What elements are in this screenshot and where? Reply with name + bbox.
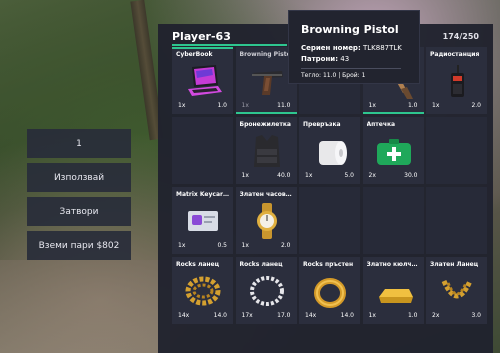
inventory-slot[interactable]: CyberBook 1x 1.0	[172, 47, 233, 114]
vest-icon	[253, 135, 280, 167]
slot-weight: 1.0	[407, 102, 418, 109]
pistol-icon	[251, 71, 283, 95]
inventory-slot-empty[interactable]	[426, 117, 487, 184]
ring-icon	[314, 278, 346, 308]
silver-chain-icon	[249, 276, 284, 306]
slot-name: Златно кюлче 1кг	[366, 261, 421, 268]
take-money-button[interactable]: Вземи пари $802	[27, 231, 131, 260]
radio-icon	[451, 65, 464, 97]
item-action-menu: 1 Използвай Затвори Вземи пари $802	[27, 129, 131, 265]
slot-weight: 1.0	[217, 102, 227, 109]
inventory-slot[interactable]: Радиостанция 1x 2.0	[426, 47, 487, 114]
tooltip-serial-value: TLK887TLK	[362, 44, 402, 52]
inventory-slot-empty[interactable]	[299, 187, 360, 254]
slot-quantity: 2x	[432, 312, 440, 319]
tooltip-ammo-label: Патрони:	[301, 55, 338, 63]
use-button[interactable]: Използвай	[27, 163, 131, 192]
inventory-grid: CyberBook 1x 1.0 Browning Pistol 1x 11.0	[172, 47, 487, 324]
slot-accent	[172, 47, 233, 49]
bandage-icon	[319, 141, 347, 165]
slot-quantity: 1x	[178, 102, 186, 109]
inventory-slot[interactable]: Златен Ланец 2x 3.0	[426, 257, 487, 324]
inventory-slot[interactable]: Аптечка 2x 30.0	[362, 117, 424, 184]
slot-quantity: 1x	[432, 102, 440, 109]
slot-name: Превръзка	[303, 121, 341, 128]
tooltip-ammo-value: 43	[340, 55, 350, 63]
inventory-slot-empty[interactable]	[172, 117, 233, 184]
slot-weight: 3.0	[471, 312, 481, 319]
tooltip-divider	[301, 68, 401, 69]
slot-quantity: 2x	[368, 172, 376, 179]
tooltip-title: Browning Pistol	[301, 23, 399, 36]
inventory-slot-empty[interactable]	[426, 187, 487, 254]
slot-weight: 0.5	[217, 242, 227, 249]
inventory-slot[interactable]: Превръзка 1x 5.0	[299, 117, 360, 184]
slot-quantity: 1x	[241, 172, 249, 179]
slot-weight: 17.0	[277, 312, 291, 319]
medkit-icon	[376, 139, 411, 165]
slot-name: Rocks ланец	[239, 261, 283, 268]
gold-bar-icon	[378, 289, 413, 303]
inventory-slot-empty[interactable]	[362, 187, 424, 254]
inventory-capacity: 174/250	[442, 32, 479, 41]
player-name: Player-63	[172, 30, 231, 43]
watch-icon	[256, 203, 277, 239]
slot-name: Matrix Keycard...	[176, 191, 230, 198]
slot-name: Browning Pistol	[239, 51, 293, 58]
slot-quantity: 14x	[178, 312, 190, 319]
slot-weight: 2.0	[280, 242, 291, 249]
inventory-slot[interactable]: Rocks пръстен 14x 14.0	[299, 257, 360, 324]
inventory-slot[interactable]: Златно кюлче 1кг 1x 1.0	[362, 257, 424, 324]
slot-name: Аптечка	[366, 121, 396, 128]
slot-accent-bottom	[362, 112, 424, 114]
tooltip-serial-label: Сериен номер:	[301, 44, 361, 52]
slot-name: Радиостанция	[430, 51, 480, 58]
slot-quantity: 1x	[178, 242, 186, 249]
slot-quantity: 1x	[241, 242, 249, 249]
item-tooltip: Browning Pistol Сериен номер: TLK887TLK …	[288, 10, 420, 84]
slot-name: CyberBook	[176, 51, 213, 58]
slot-name: Златен Ланец	[430, 261, 479, 268]
slot-weight: 40.0	[277, 172, 291, 179]
tooltip-footer: Тегло: 11.0 | Брой: 1	[301, 72, 366, 79]
slot-quantity: 17x	[241, 312, 253, 319]
inventory-slot[interactable]: Златен часовни... 1x 2.0	[235, 187, 297, 254]
slot-quantity: 1x	[305, 172, 313, 179]
slot-weight: 5.0	[344, 172, 354, 179]
slot-quantity: 1x	[368, 312, 376, 319]
capacity-bar	[172, 44, 287, 46]
laptop-icon	[188, 65, 222, 96]
background-road	[0, 260, 170, 353]
slot-weight: 14.0	[213, 312, 227, 319]
inventory-slot[interactable]: Matrix Keycard... 1x 0.5	[172, 187, 233, 254]
close-button[interactable]: Затвори	[27, 197, 131, 226]
tooltip-ammo: Патрони: 43	[301, 55, 349, 63]
slot-weight: 14.0	[340, 312, 354, 319]
slot-weight: 11.0	[277, 102, 291, 109]
inventory-slot[interactable]: Rocks ланец 14x 14.0	[172, 257, 233, 324]
slot-weight: 2.0	[471, 102, 481, 109]
inventory-slot[interactable]: Rocks ланец 17x 17.0	[235, 257, 297, 324]
gold-chain-icon	[185, 276, 221, 306]
slot-name: Златен часовни...	[239, 191, 294, 198]
slot-selected-indicator	[235, 112, 297, 114]
slot-quantity: 1x	[241, 102, 249, 109]
slot-name: Бронежилетка	[239, 121, 291, 128]
slot-quantity: 1x	[368, 102, 376, 109]
keycard-icon	[188, 211, 218, 231]
slot-weight: 1.0	[407, 312, 418, 319]
slot-quantity: 14x	[305, 312, 317, 319]
tooltip-serial: Сериен номер: TLK887TLK	[301, 44, 402, 52]
slot-name: Rocks ланец	[176, 261, 220, 268]
quantity-field[interactable]: 1	[27, 129, 131, 158]
slot-name: Rocks пръстен	[303, 261, 354, 268]
inventory-slot[interactable]: Бронежилетка 1x 40.0	[235, 117, 297, 184]
gold-necklace-icon	[441, 279, 473, 299]
slot-weight: 30.0	[404, 172, 418, 179]
